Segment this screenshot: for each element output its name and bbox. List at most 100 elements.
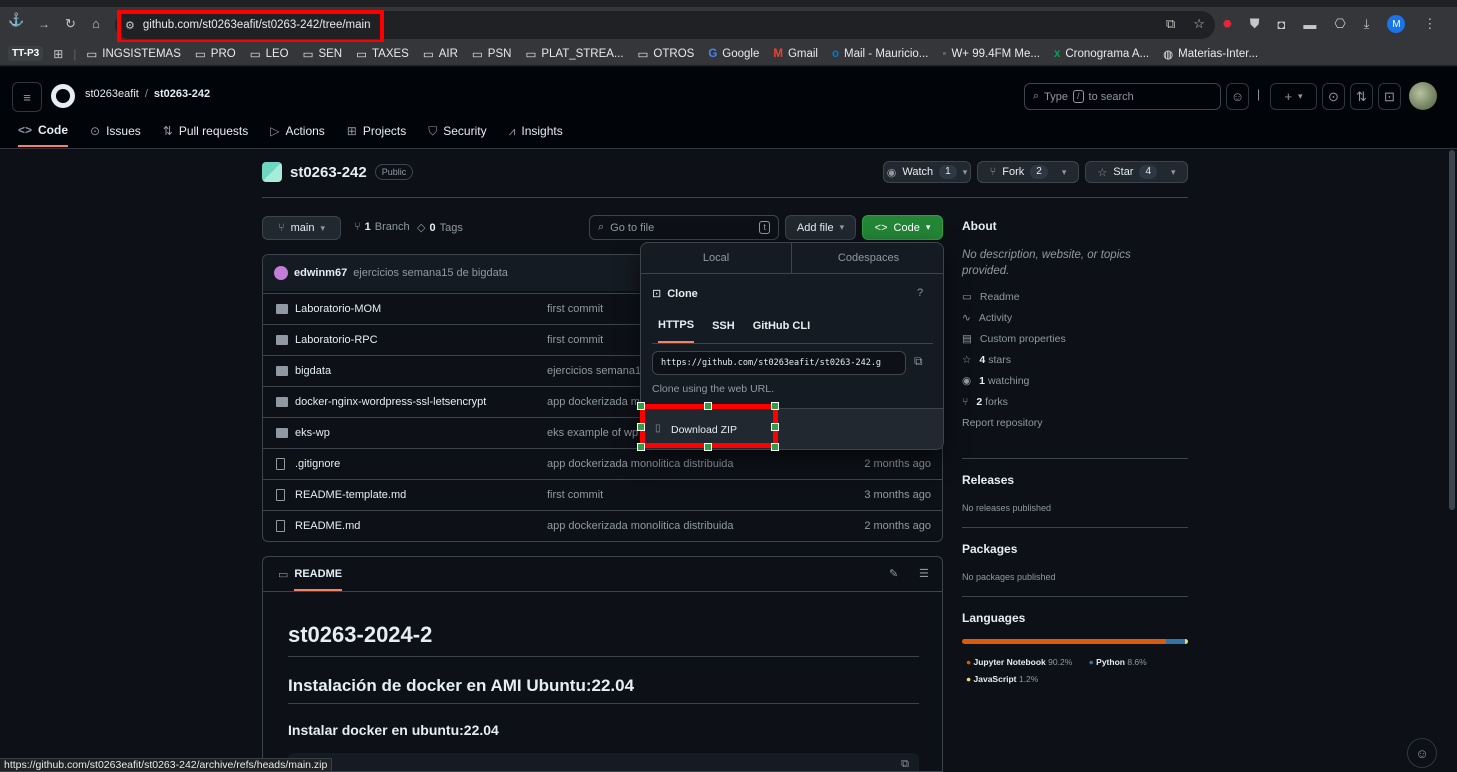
tab-actions[interactable]: ▷ Actions: [270, 115, 325, 147]
tab-security[interactable]: ⛉ Security: [428, 115, 486, 147]
bookmark-radio[interactable]: ▪ W+ 99.4FM Me...: [942, 48, 1040, 60]
branch-icon: ⑂: [354, 221, 361, 233]
bookmark-cronograma[interactable]: x Cronograma A...: [1054, 48, 1149, 60]
table-row[interactable]: README-template.md first commit 3 months a…: [263, 479, 942, 510]
extension-icon[interactable]: ▬: [1303, 17, 1316, 32]
tab-insights[interactable]: ⩘ Insights: [509, 115, 563, 147]
copilot-button[interactable]: ☺: [1226, 83, 1249, 110]
code-button[interactable]: <> Code ▾: [862, 215, 943, 240]
download-icon[interactable]: ⤓: [1364, 16, 1370, 32]
bookmark-plat-strea[interactable]: ▭ PLAT_STREA...: [525, 47, 623, 61]
book-icon: ▭: [278, 568, 289, 581]
scrollbar-thumb[interactable]: [1449, 150, 1455, 510]
repo-link[interactable]: st0263-242: [154, 88, 210, 100]
bookmark-pro[interactable]: ▭ PRO: [195, 47, 236, 61]
bookmark-otros[interactable]: ▭ OTROS: [638, 47, 695, 61]
commit-author[interactable]: edwinm67: [294, 267, 347, 279]
language-item[interactable]: ● Python 8.6%: [1089, 657, 1147, 667]
search-input[interactable]: ⌕ Type / to search: [1024, 83, 1221, 110]
copy-icon[interactable]: ⧉: [901, 758, 909, 771]
edit-icon[interactable]: ✎: [889, 567, 898, 580]
puzzle-icon[interactable]: ⎔: [1334, 16, 1345, 32]
releases-text: No releases published: [962, 503, 1052, 513]
pull-requests-button[interactable]: ⇅: [1350, 83, 1373, 110]
clone-url-input[interactable]: https://github.com/st0263eafit/st0263-24…: [652, 351, 906, 375]
go-to-file-input[interactable]: ⌕ Go to file t: [589, 215, 779, 240]
table-row[interactable]: README.md app dockerizada monolitica dist…: [263, 510, 942, 541]
reload-icon[interactable]: ↻: [65, 16, 76, 32]
packages-title[interactable]: Packages: [962, 542, 1017, 556]
bookmark-mail[interactable]: o Mail - Mauricio...: [832, 48, 928, 60]
tab-pull-requests[interactable]: ⇅ Pull requests: [163, 115, 248, 147]
language-item[interactable]: ● Jupyter Notebook 90.2%: [966, 657, 1072, 667]
report-repository-link[interactable]: Report repository: [962, 417, 1188, 429]
readme-tab[interactable]: README: [294, 558, 343, 591]
menu-kebab-icon[interactable]: ⋮: [1423, 16, 1436, 32]
help-icon[interactable]: ?: [917, 287, 923, 299]
tab-https[interactable]: HTTPS: [658, 319, 695, 343]
outline-icon[interactable]: ☰: [919, 567, 929, 580]
table-row[interactable]: .gitignore app dockerizada monolitica dis…: [263, 448, 942, 479]
bookmark-materias[interactable]: ◍ Materias-Inter...: [1163, 47, 1258, 61]
bookmark-taxes[interactable]: ▭ TAXES: [356, 47, 409, 61]
browser-actions: ⧉ ☆ ⬣ ⛊ ◘ ▬ ⎔ ⤓ M ⋮: [1166, 15, 1436, 33]
bookmark-sen[interactable]: ▭ SEN: [303, 47, 343, 61]
tags-link[interactable]: ◇ 0 Tags: [417, 221, 463, 235]
create-new-button[interactable]: + ▾: [1270, 83, 1317, 110]
profile-avatar[interactable]: M: [1387, 15, 1406, 33]
tab-ssh[interactable]: SSH: [712, 320, 735, 342]
branches-link[interactable]: ⑂ 1 Branch: [354, 221, 410, 233]
cast-icon[interactable]: ⧉: [1166, 16, 1175, 32]
bookmark-air[interactable]: ▭ AIR: [423, 47, 458, 61]
tab-issues[interactable]: ⊙ Issues: [90, 115, 141, 147]
readme-link[interactable]: ▭ Readme: [962, 291, 1188, 303]
repo-title: st0263-242 Public: [262, 162, 414, 182]
add-file-button[interactable]: Add file ▾: [785, 215, 856, 240]
watching-link[interactable]: ◉ 1 watching: [962, 375, 1188, 387]
tab-projects[interactable]: ⊞ Projects: [347, 115, 406, 147]
releases-title[interactable]: Releases: [962, 473, 1014, 487]
commit-message[interactable]: ejercicios semana15 de bigdata: [353, 267, 508, 279]
folder-icon: [276, 397, 288, 407]
hamburger-menu-button[interactable]: ≡: [12, 82, 42, 112]
activity-link[interactable]: ∿ Activity: [962, 312, 1188, 324]
branch-selector[interactable]: ⑂ main ▾: [262, 216, 341, 240]
code-icon: <>: [874, 221, 888, 234]
ublock-icon[interactable]: ◘: [1277, 17, 1285, 32]
tab-local[interactable]: Local: [641, 243, 792, 274]
bookmark-star-icon[interactable]: ☆: [1193, 16, 1205, 32]
divider: [962, 596, 1188, 597]
fork-button[interactable]: ⑂ Fork 2 ▾: [977, 161, 1079, 183]
inbox-button[interactable]: ⊡: [1378, 83, 1401, 110]
breadcrumb: st0263eafit / st0263-242: [85, 88, 210, 100]
copilot-chat-button[interactable]: ☺: [1407, 738, 1437, 768]
copy-icon[interactable]: ⧉: [914, 354, 923, 369]
user-avatar[interactable]: [1409, 82, 1437, 110]
chevron-down-icon: ▾: [1061, 166, 1067, 177]
tab-github-cli[interactable]: GitHub CLI: [753, 320, 810, 342]
forward-icon[interactable]: →: [38, 17, 50, 31]
forks-link[interactable]: ⑂ 2 forks: [962, 396, 1188, 408]
adblock-icon[interactable]: ⬣: [1223, 19, 1232, 30]
language-dot: ●: [966, 657, 972, 667]
bookmark-ttp3[interactable]: TT-P3: [8, 46, 44, 61]
apps-grid-icon[interactable]: ⊞: [53, 47, 63, 61]
language-item[interactable]: ● JavaScript 1.2%: [966, 674, 1038, 684]
stars-link[interactable]: ☆ 4 stars: [962, 354, 1188, 366]
bookmark-gmail[interactable]: M Gmail: [773, 48, 818, 60]
watch-button[interactable]: ◉ Watch 1 ▾: [883, 161, 971, 183]
home-icon[interactable]: ⌂: [92, 16, 100, 31]
folder-icon: ▭: [422, 48, 434, 61]
bookmark-leo[interactable]: ▭ LEO: [250, 47, 289, 61]
bookmark-google[interactable]: G Google: [708, 48, 759, 60]
tab-codespaces[interactable]: Codespaces: [792, 243, 943, 274]
shield-extension-icon[interactable]: ⛊: [1250, 16, 1260, 32]
tab-code[interactable]: <> Code: [18, 115, 69, 147]
github-logo-icon[interactable]: [51, 84, 75, 108]
star-button[interactable]: ☆ Star 4 ▾: [1085, 161, 1188, 183]
issues-button[interactable]: ⊙: [1322, 83, 1345, 110]
owner-link[interactable]: st0263eafit: [85, 88, 139, 100]
bookmark-psn[interactable]: ▭ PSN: [472, 47, 512, 61]
custom-properties-link[interactable]: ▤ Custom properties: [962, 333, 1188, 345]
bookmark-ingsistemas[interactable]: ▭ INGSISTEMAS: [86, 47, 180, 61]
